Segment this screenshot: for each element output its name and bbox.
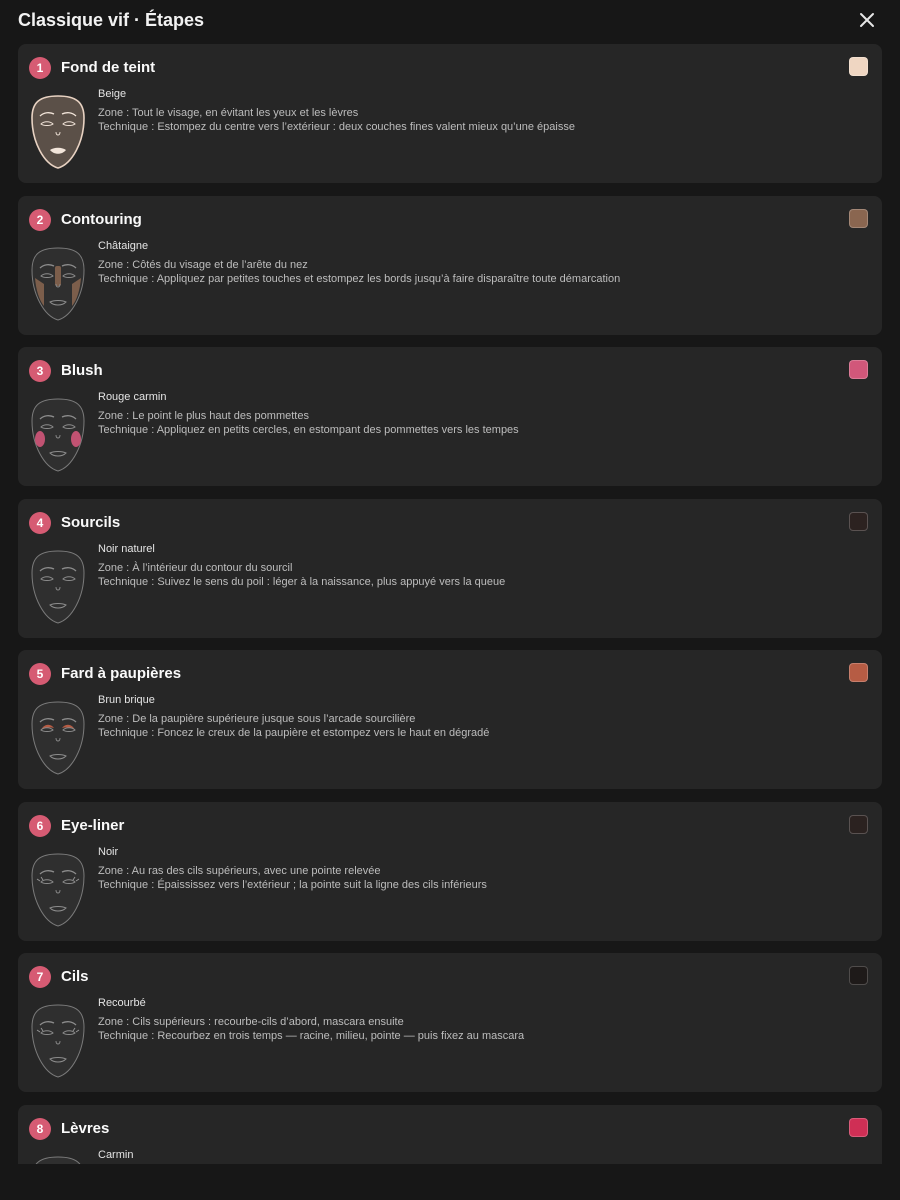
zone-text: Zone : De la paupière supérieure jusque … — [98, 713, 415, 725]
color-swatch[interactable] — [849, 966, 868, 985]
technique-text: Technique : Suivez le sens du poil : lég… — [98, 576, 505, 588]
step-title: Fond de teint — [61, 59, 156, 76]
step-card[interactable]: 2 Contouring Châtaigne Zone : Côtés du v… — [18, 196, 882, 335]
color-swatch[interactable] — [849, 815, 868, 834]
technique-value: Suivez le sens du poil : léger à la nais… — [157, 576, 506, 588]
face-diagram — [35, 1156, 81, 1164]
zone-text: Zone : Le point le plus haut des pommett… — [98, 410, 309, 422]
step-title: Contouring — [61, 211, 142, 228]
face-diagram — [31, 550, 85, 624]
zone-text: Zone : Au ras des cils supérieurs, avec … — [98, 865, 381, 877]
step-card[interactable]: 4 Sourcils Noir naturel Zone : À l’intér… — [18, 499, 882, 638]
close-icon[interactable] — [856, 9, 878, 31]
face-diagram — [31, 247, 85, 321]
zone-value: Au ras des cils supérieurs, avec une poi… — [131, 865, 381, 877]
zone-label: Zone : — [98, 1016, 133, 1028]
technique-label: Technique : — [98, 576, 158, 588]
zone-value: Cils supérieurs : recourbe-cils d’abord,… — [132, 1016, 404, 1028]
product-name: Beige — [98, 88, 127, 100]
technique-value: Appliquez en petits cercles, en estompan… — [156, 424, 519, 436]
technique-text: Technique : Estompez du centre vers l’ex… — [98, 121, 575, 133]
zone-label: Zone : — [98, 713, 133, 725]
step-card[interactable]: 7 Cils Recourbé Zone : Cils supérieurs :… — [18, 953, 882, 1092]
technique-value: Estompez du centre vers l’extérieur : de… — [157, 121, 575, 133]
face-diagram — [31, 1004, 85, 1078]
technique-value: Épaississez vers l’extérieur ; la pointe… — [157, 879, 487, 891]
step-number: 8 — [29, 1118, 51, 1140]
technique-value: Recourbez en trois temps — racine, milie… — [157, 1030, 525, 1042]
step-card[interactable]: 8 Lèvres Carmin — [18, 1105, 882, 1164]
step-card[interactable]: 1 Fond de teint Beige Zone : Tout le vis… — [18, 44, 882, 183]
technique-value: Appliquez par petites touches et estompe… — [156, 273, 621, 285]
technique-text: Technique : Épaississez vers l’extérieur… — [98, 879, 487, 891]
color-swatch[interactable] — [849, 512, 868, 531]
zone-value: Le point le plus haut des pommettes — [132, 410, 309, 422]
step-number: 7 — [29, 966, 51, 988]
zone-label: Zone : — [98, 865, 132, 877]
face-diagram — [31, 398, 85, 472]
color-swatch[interactable] — [849, 57, 868, 76]
product-name: Brun brique — [98, 694, 155, 706]
technique-value: Foncez le creux de la paupière et estomp… — [157, 727, 490, 739]
step-number: 4 — [29, 512, 51, 534]
technique-text: Technique : Foncez le creux de la paupiè… — [98, 727, 489, 739]
face-diagram — [31, 853, 85, 927]
zone-value: À l’intérieur du contour du sourcil — [132, 562, 293, 574]
color-swatch[interactable] — [849, 209, 868, 228]
step-card[interactable]: 5 Fard à paupières Brun brique Zone : De… — [18, 650, 882, 789]
technique-label: Technique : — [98, 879, 158, 891]
step-title: Fard à paupières — [61, 665, 182, 682]
step-number: 2 — [29, 209, 51, 231]
product-name: Noir — [98, 846, 119, 858]
step-title: Lèvres — [61, 1120, 110, 1137]
step-number: 6 — [29, 815, 51, 837]
zone-label: Zone : — [98, 562, 133, 574]
step-number: 3 — [29, 360, 51, 382]
step-title: Sourcils — [61, 514, 121, 531]
technique-label: Technique : — [98, 273, 157, 285]
zone-text: Zone : Cils supérieurs : recourbe-cils d… — [98, 1016, 404, 1028]
zone-text: Zone : À l’intérieur du contour du sourc… — [98, 562, 292, 574]
product-name: Rouge carmin — [98, 391, 167, 403]
step-card[interactable]: 3 Blush Rouge carmin Zone : Le point le … — [18, 347, 882, 486]
technique-text: Technique : Appliquez en petits cercles,… — [98, 424, 519, 436]
product-name: Carmin — [98, 1149, 134, 1161]
color-swatch[interactable] — [849, 360, 868, 379]
step-title: Cils — [61, 968, 89, 985]
zone-label: Zone : — [98, 107, 133, 119]
product-name: Noir naturel — [98, 543, 155, 555]
technique-label: Technique : — [98, 1030, 158, 1042]
step-title: Eye-liner — [61, 817, 125, 834]
bottom-fade — [0, 1164, 900, 1200]
technique-label: Technique : — [98, 727, 158, 739]
zone-text: Zone : Côtés du visage et de l’arête du … — [98, 259, 308, 271]
zone-value: Tout le visage, en évitant les yeux et l… — [132, 107, 359, 119]
technique-label: Technique : — [98, 424, 157, 436]
zone-text: Zone : Tout le visage, en évitant les ye… — [98, 107, 358, 119]
zone-label: Zone : — [98, 259, 133, 271]
color-swatch[interactable] — [849, 663, 868, 682]
technique-text: Technique : Recourbez en trois temps — r… — [98, 1030, 524, 1042]
page-title: Classique vif · Étapes — [18, 10, 205, 30]
product-name: Recourbé — [98, 997, 146, 1009]
color-swatch[interactable] — [849, 1118, 868, 1137]
technique-text: Technique : Appliquez par petites touche… — [98, 273, 620, 285]
step-card[interactable]: 6 Eye-liner Noir Zone : Au ras des cils … — [18, 802, 882, 941]
steps-list[interactable]: 1 Fond de teint Beige Zone : Tout le vis… — [0, 44, 900, 1164]
step-number: 5 — [29, 663, 51, 685]
technique-label: Technique : — [98, 121, 158, 133]
face-diagram — [31, 95, 85, 169]
product-name: Châtaigne — [98, 240, 149, 252]
header: Classique vif · Étapes — [0, 0, 900, 44]
zone-label: Zone : — [98, 410, 133, 422]
step-title: Blush — [61, 362, 103, 379]
zone-value: Côtés du visage et de l’arête du nez — [132, 259, 308, 271]
face-diagram — [31, 701, 85, 775]
step-number: 1 — [29, 57, 51, 79]
zone-value: De la paupière supérieure jusque sous l’… — [132, 713, 416, 725]
